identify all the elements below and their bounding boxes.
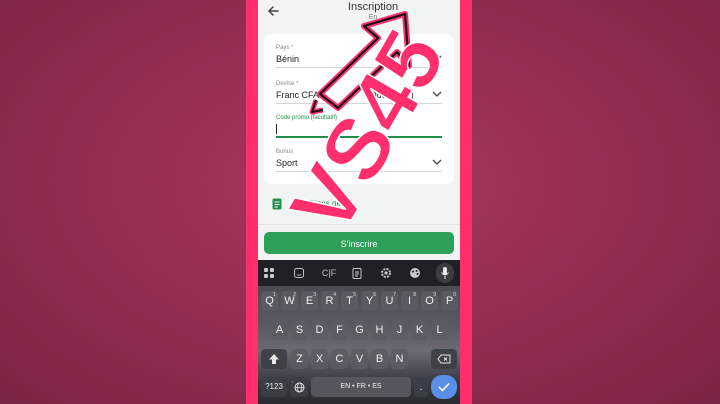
terms-link-label: Conditions gé bbox=[292, 199, 341, 208]
emoji-comma-key[interactable]: , bbox=[290, 377, 308, 397]
key-hint: 1 bbox=[273, 292, 276, 298]
key-w[interactable]: W2 bbox=[281, 291, 298, 311]
period-key[interactable]: . bbox=[414, 377, 428, 397]
key-p[interactable]: P0 bbox=[441, 291, 458, 311]
key-l[interactable]: L bbox=[431, 320, 448, 340]
field-underline bbox=[276, 103, 442, 104]
key-r[interactable]: R4 bbox=[321, 291, 338, 311]
promo-code-label: Code promo (facultatif) bbox=[276, 115, 338, 121]
field-underline-focused bbox=[276, 136, 442, 138]
app-screen: Inscription En Pays * Bénin Devise * Fra… bbox=[258, 0, 460, 404]
key-hint: 6 bbox=[373, 292, 376, 298]
country-field[interactable]: Pays * Bénin bbox=[276, 44, 442, 68]
backspace-icon bbox=[437, 354, 451, 366]
document-icon bbox=[272, 198, 282, 210]
key-e[interactable]: E3 bbox=[301, 291, 318, 311]
currency-value-right: l'Oue (XOF) bbox=[366, 90, 414, 100]
currency-value: Franc CFA l'Oue (XOF) bbox=[276, 89, 442, 101]
mic-icon bbox=[440, 266, 450, 280]
field-underline bbox=[276, 67, 442, 68]
register-button[interactable]: S'inscrire bbox=[264, 232, 454, 254]
space-bar[interactable]: EN • FR • ES bbox=[311, 377, 411, 397]
back-arrow-icon[interactable] bbox=[266, 4, 280, 18]
symbols-key[interactable]: ?123 bbox=[261, 377, 287, 397]
key-label: I bbox=[407, 295, 412, 307]
country-value: Bénin bbox=[276, 54, 300, 64]
clipboard-icon[interactable] bbox=[350, 266, 364, 280]
key-u[interactable]: U7 bbox=[381, 291, 398, 311]
currency-label: Devise * bbox=[276, 81, 299, 87]
page-subtitle: En bbox=[368, 14, 378, 21]
key-label: T bbox=[346, 295, 353, 307]
keyboard-toolbar: C|F bbox=[258, 260, 460, 286]
bonus-value: Sport bbox=[276, 158, 298, 168]
backspace-key[interactable] bbox=[431, 349, 457, 369]
chevron-down-icon[interactable] bbox=[432, 54, 442, 62]
settings-gear-icon[interactable] bbox=[379, 266, 393, 280]
bonus-field[interactable]: Bonus Sport bbox=[276, 148, 442, 172]
registration-form-card: Pays * Bénin Devise * Franc CFA l'Oue (X… bbox=[264, 34, 454, 184]
key-h[interactable]: H bbox=[371, 320, 388, 340]
currency-value-left: Franc CFA bbox=[276, 90, 320, 100]
country-label: Pays * bbox=[276, 45, 294, 51]
key-hint: 2 bbox=[293, 292, 296, 298]
key-j[interactable]: J bbox=[391, 320, 408, 340]
key-c[interactable]: C bbox=[331, 349, 348, 369]
key-y[interactable]: Y6 bbox=[361, 291, 378, 311]
key-v[interactable]: V bbox=[351, 349, 368, 369]
key-g[interactable]: G bbox=[351, 320, 368, 340]
currency-field[interactable]: Devise * Franc CFA l'Oue (XOF) bbox=[276, 80, 442, 104]
key-o[interactable]: O9 bbox=[421, 291, 438, 311]
key-k[interactable]: K bbox=[411, 320, 428, 340]
key-b[interactable]: B bbox=[371, 349, 388, 369]
key-hint: 0 bbox=[453, 292, 456, 298]
page-title: Inscription bbox=[347, 1, 399, 13]
sticker-icon[interactable] bbox=[292, 266, 306, 280]
key-hint: 4 bbox=[333, 292, 336, 298]
key-q[interactable]: Q1 bbox=[261, 291, 278, 311]
comma-hint: , bbox=[292, 378, 294, 384]
key-x[interactable]: X bbox=[311, 349, 328, 369]
apps-grid-icon[interactable] bbox=[262, 266, 276, 280]
key-label: E bbox=[305, 295, 314, 307]
key-f[interactable]: F bbox=[331, 320, 348, 340]
globe-icon bbox=[294, 382, 305, 395]
key-hint: 5 bbox=[353, 292, 356, 298]
field-underline bbox=[276, 171, 442, 172]
key-hint: 7 bbox=[393, 292, 396, 298]
palette-icon[interactable] bbox=[408, 266, 422, 280]
divider bbox=[258, 224, 460, 225]
key-i[interactable]: I8 bbox=[401, 291, 418, 311]
app-bar: Inscription En bbox=[258, 0, 460, 30]
key-a[interactable]: A bbox=[271, 320, 288, 340]
key-hint: 3 bbox=[313, 292, 316, 298]
translate-icon[interactable]: C|F bbox=[320, 266, 338, 280]
chevron-down-icon[interactable] bbox=[432, 158, 442, 166]
key-label: Y bbox=[365, 295, 374, 307]
key-hint: 8 bbox=[413, 292, 416, 298]
key-s[interactable]: S bbox=[291, 320, 308, 340]
enter-key[interactable] bbox=[431, 375, 457, 399]
promo-code-field[interactable]: Code promo (facultatif) bbox=[276, 114, 442, 138]
key-label: P bbox=[445, 295, 454, 307]
shift-key[interactable] bbox=[261, 349, 287, 369]
on-screen-keyboard: C|F Q1 W2 E3 R 4 T 5 Y 6 U 7 I 8 O 9 P 0… bbox=[258, 260, 460, 404]
key-t[interactable]: T5 bbox=[341, 291, 358, 311]
phone-frame: Inscription En Pays * Bénin Devise * Fra… bbox=[246, 0, 472, 404]
voice-input-button[interactable] bbox=[436, 263, 454, 283]
shift-arrow-icon bbox=[268, 354, 280, 367]
key-z[interactable]: Z bbox=[291, 349, 308, 369]
text-cursor bbox=[276, 124, 277, 134]
checkmark-icon bbox=[438, 382, 450, 395]
key-hint: 9 bbox=[433, 292, 436, 298]
key-d[interactable]: D bbox=[311, 320, 328, 340]
chevron-down-icon[interactable] bbox=[432, 90, 442, 98]
bonus-label: Bonus bbox=[276, 149, 294, 155]
key-n[interactable]: N bbox=[391, 349, 408, 369]
